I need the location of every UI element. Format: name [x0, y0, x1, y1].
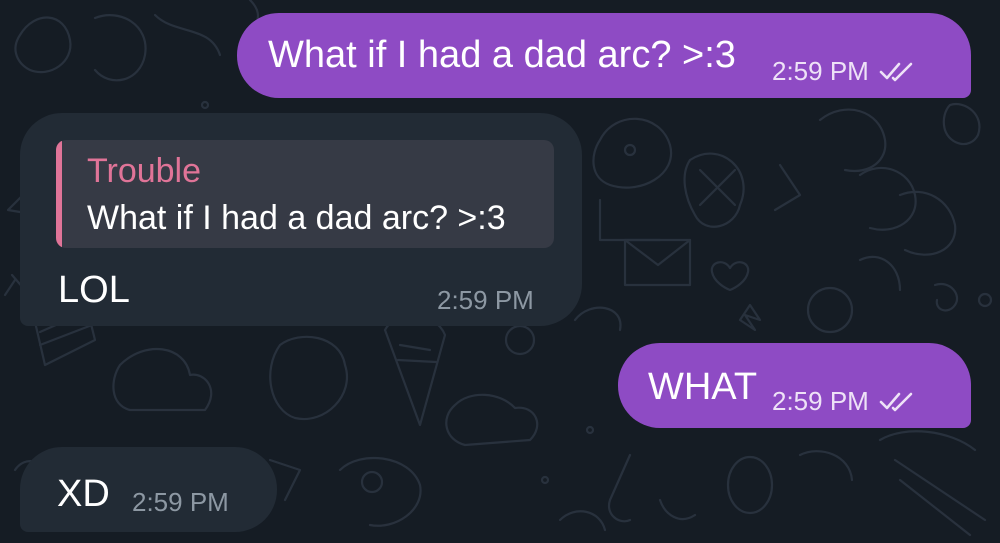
double-check-read-icon — [879, 62, 913, 82]
reply-accent-bar — [56, 140, 62, 248]
message-text: WHAT — [648, 366, 758, 408]
message-meta: 2:59 PM — [437, 287, 534, 313]
message-time: 2:59 PM — [772, 386, 869, 416]
message-text: LOL — [58, 269, 130, 311]
message-time: 2:59 PM — [437, 285, 534, 315]
outgoing-message-bubble[interactable]: What if I had a dad arc? >:3 2:59 PM — [237, 13, 971, 98]
incoming-message-bubble[interactable]: XD 2:59 PM — [20, 447, 277, 532]
reply-quoted-text: What if I had a dad arc? >:3 — [87, 199, 506, 237]
message-text: What if I had a dad arc? >:3 — [268, 34, 736, 76]
message-text: XD — [57, 473, 110, 515]
message-meta: 2:59 PM — [772, 58, 917, 84]
double-check-read-icon — [879, 392, 913, 412]
incoming-message-bubble[interactable]: Trouble What if I had a dad arc? >:3 LOL… — [20, 113, 582, 326]
message-time: 2:59 PM — [772, 56, 869, 86]
outgoing-message-bubble[interactable]: WHAT 2:59 PM — [618, 343, 971, 428]
reply-quote[interactable]: Trouble What if I had a dad arc? >:3 — [56, 140, 554, 248]
message-meta: 2:59 PM — [132, 489, 229, 515]
message-meta: 2:59 PM — [772, 388, 917, 414]
reply-sender-name: Trouble — [87, 152, 202, 190]
message-time: 2:59 PM — [132, 487, 229, 517]
